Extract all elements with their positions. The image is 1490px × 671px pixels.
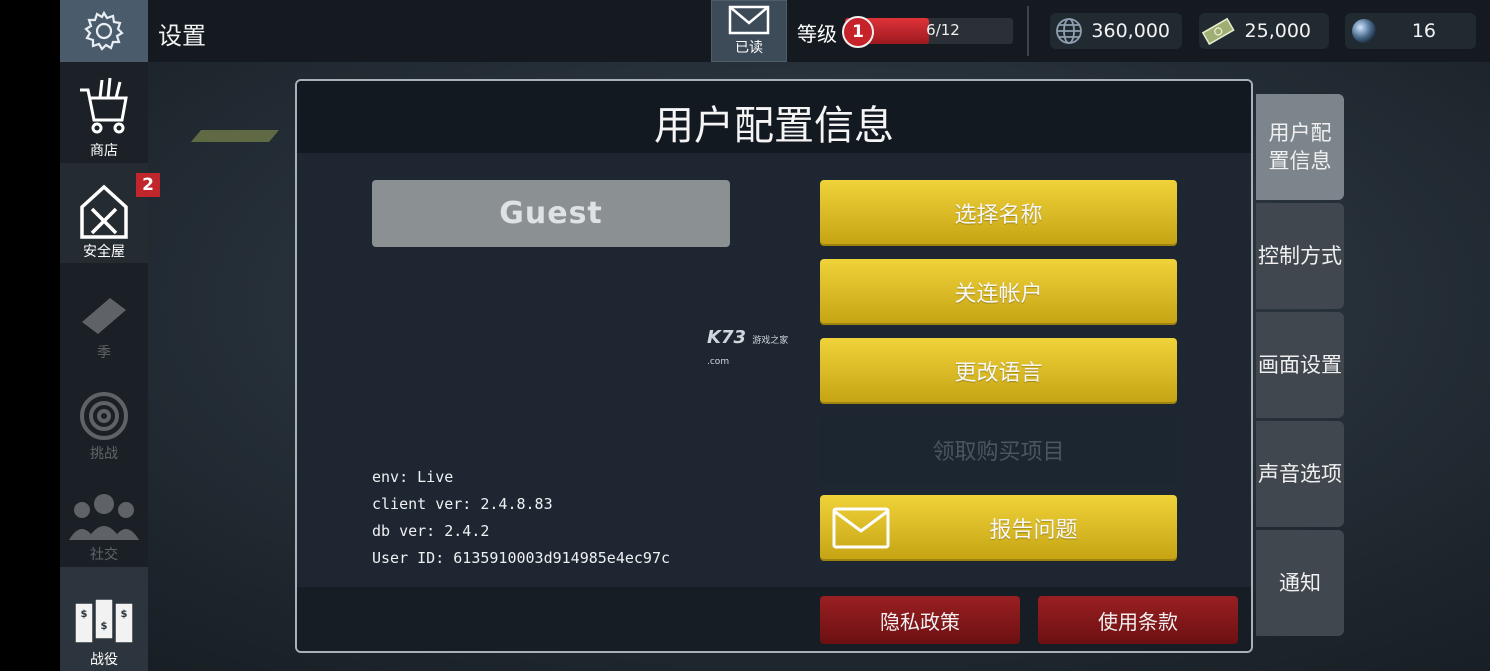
terms-of-use-button[interactable]: 使用条款 (1038, 596, 1238, 644)
watermark-sub-top: 游戏之家 (752, 336, 789, 346)
ticket-icon (82, 298, 126, 334)
currency-cash[interactable]: 25,000 (1199, 13, 1329, 49)
tab-sound[interactable]: 声音选项 (1256, 421, 1344, 527)
db-version-info: db ver: 2.4.2 (372, 522, 490, 540)
mail-icon (728, 5, 770, 35)
notification-badge: 2 (136, 173, 160, 197)
report-issue-button[interactable]: 报告问题 (820, 495, 1177, 561)
mail-icon (832, 507, 890, 549)
target-icon (80, 392, 128, 440)
choose-name-button[interactable]: 选择名称 (820, 180, 1177, 246)
globe-icon (1056, 18, 1082, 44)
sidebar-item-label: 商店 (90, 143, 118, 159)
watermark-main: K73 (707, 327, 746, 348)
client-version-info: client ver: 2.4.8.83 (372, 495, 553, 513)
level-label: 等级 (797, 22, 837, 46)
tab-graphics[interactable]: 画面设置 (1256, 312, 1344, 418)
sidebar-item-shop[interactable]: 商店 (60, 62, 148, 162)
cash-icon (1201, 17, 1235, 46)
people-icon (69, 494, 139, 540)
user-id-info: User ID: 6135910003d914985e4ec97c (372, 549, 671, 567)
safehouse-icon (80, 184, 128, 239)
profile-dialog: 用户配置信息 Guest K73 游戏之家 .com env: Live cli… (295, 79, 1253, 653)
svg-text:$: $ (121, 609, 128, 620)
mail-button[interactable]: 已读 (711, 0, 787, 62)
link-account-button[interactable]: 关连帐户 (820, 259, 1177, 325)
screen-edge (0, 0, 60, 671)
sidebar-item-label: 战役 (90, 652, 118, 668)
sidebar-item-settings[interactable] (60, 0, 148, 62)
privacy-policy-button[interactable]: 隐私政策 (820, 596, 1020, 644)
change-language-button[interactable]: 更改语言 (820, 338, 1177, 404)
page-title: 设置 (158, 22, 206, 50)
report-issue-label: 报告问题 (989, 518, 1078, 543)
currency-value: 360,000 (1091, 20, 1170, 42)
cart-icon (80, 77, 128, 134)
username-display: Guest (372, 180, 730, 247)
tab-controls[interactable]: 控制方式 (1256, 203, 1344, 309)
map-icon: $ $ $ (74, 598, 134, 644)
sidebar-item-safehouse[interactable]: 安全屋 2 (60, 163, 160, 263)
watermark: K73 游戏之家 .com (707, 327, 788, 369)
background-cash-decoration (190, 130, 280, 142)
env-info: env: Live (372, 468, 454, 486)
sidebar: 商店 安全屋 2 季 挑战 社交 $ $ $ 战役 (60, 0, 160, 671)
claim-purchase-button: 领取购买项目 (820, 417, 1177, 483)
currency-value: 16 (1411, 20, 1436, 42)
currency-gem[interactable]: 16 (1345, 13, 1476, 49)
tab-notifications[interactable]: 通知 (1256, 530, 1344, 636)
currency-value: 25,000 (1244, 20, 1311, 42)
sidebar-item-label: 安全屋 (83, 244, 125, 260)
sidebar-item-label: 挑战 (90, 446, 118, 462)
sidebar-item-campaign[interactable]: $ $ $ 战役 (60, 567, 148, 671)
svg-text:$: $ (101, 621, 108, 632)
tab-profile[interactable]: 用户配置信息 (1256, 94, 1344, 200)
divider (1027, 6, 1029, 56)
sidebar-item-label: 社交 (90, 547, 118, 563)
currency-globe[interactable]: 360,000 (1050, 13, 1182, 49)
gem-icon (1352, 19, 1376, 43)
mail-status-label: 已读 (735, 40, 763, 56)
sidebar-item-social[interactable]: 社交 (60, 466, 148, 566)
sidebar-item-challenge[interactable]: 挑战 (60, 365, 148, 465)
sidebar-item-label: 季 (97, 345, 111, 361)
sidebar-item-season[interactable]: 季 (60, 264, 148, 364)
gear-icon (84, 10, 124, 51)
watermark-sub-bottom: .com (707, 357, 730, 367)
svg-text:$: $ (81, 609, 88, 620)
dialog-title: 用户配置信息 (654, 103, 894, 149)
level-number-badge: 1 (842, 16, 874, 48)
level-progress-bar: 6/12 1 (842, 16, 1013, 48)
